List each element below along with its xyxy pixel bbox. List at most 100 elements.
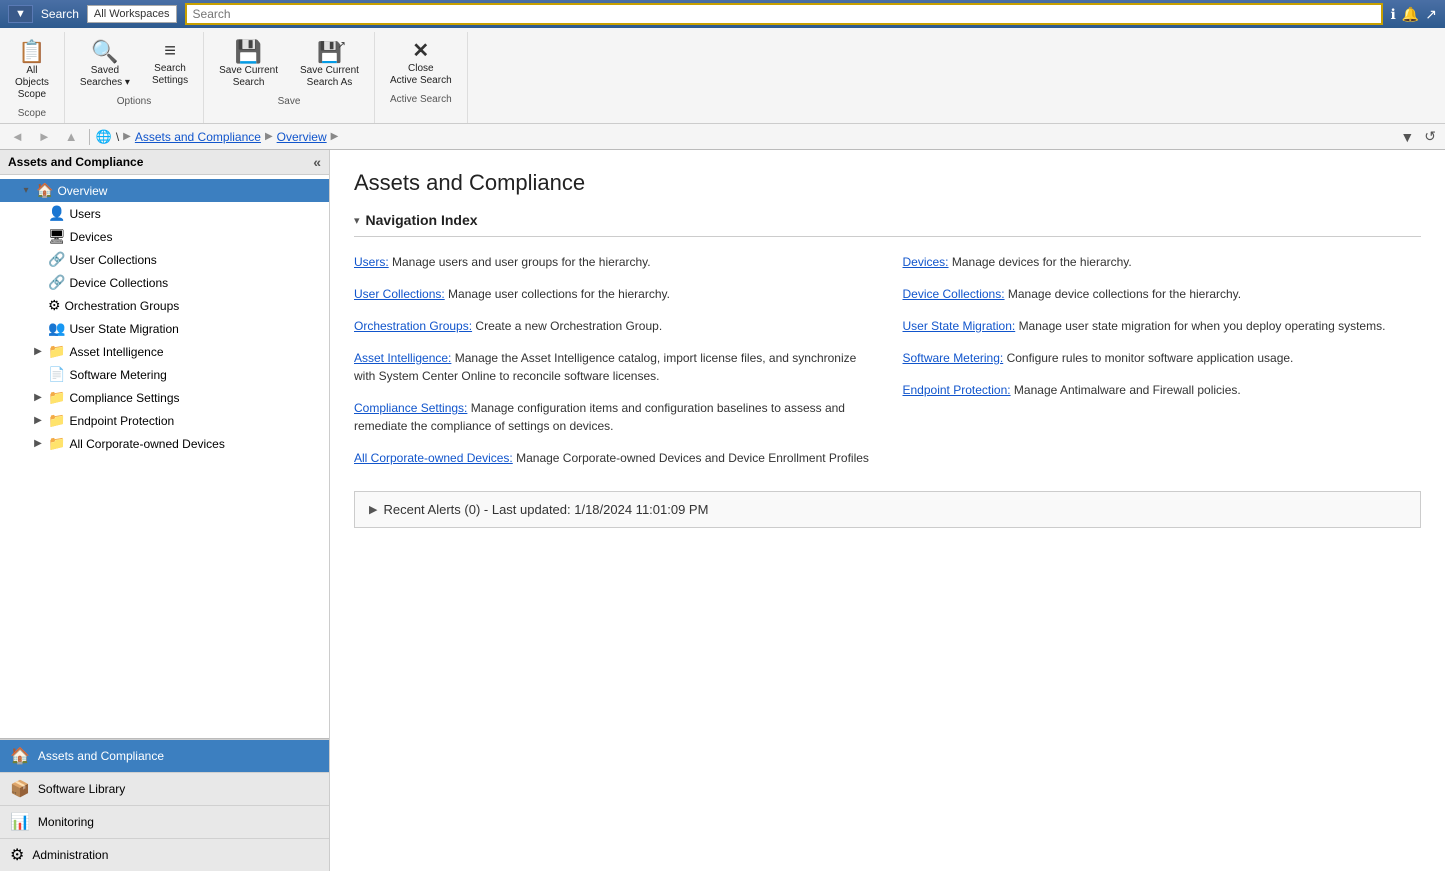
breadcrumb-assets-compliance[interactable]: Assets and Compliance bbox=[135, 130, 261, 144]
nav-index-section-header[interactable]: ▾ Navigation Index bbox=[354, 212, 1421, 228]
sidebar-item-orchestration-groups[interactable]: ⚙ Orchestration Groups bbox=[0, 294, 329, 317]
nav-desc-orchestration-groups: Create a new Orchestration Group. bbox=[475, 319, 662, 333]
overview-icon: 🏠 bbox=[36, 182, 53, 199]
content-area: Assets and Compliance ▾ Navigation Index… bbox=[330, 150, 1445, 871]
users-label: Users bbox=[69, 207, 100, 221]
sidebar-item-asset-intelligence[interactable]: ▶ 📁 Asset Intelligence bbox=[0, 340, 329, 363]
nav-desc-device-collections: Manage device collections for the hierar… bbox=[1008, 287, 1241, 301]
user-state-migration-icon: 👥 bbox=[48, 320, 65, 337]
nav-item-software-metering: Software Metering: Configure rules to mo… bbox=[903, 349, 1422, 367]
asset-intelligence-icon: 📁 bbox=[48, 343, 65, 360]
nav-link-all-corporate-devices[interactable]: All Corporate-owned Devices: bbox=[354, 451, 513, 465]
sidebar-item-endpoint-protection[interactable]: ▶ 📁 Endpoint Protection bbox=[0, 409, 329, 432]
app-menu-button[interactable]: ▼ bbox=[8, 5, 33, 23]
sidebar: Assets and Compliance « ▾ 🏠 Overview 👤 U… bbox=[0, 150, 330, 871]
nav-index-right-col: Devices: Manage devices for the hierarch… bbox=[903, 253, 1422, 467]
recent-alerts-box[interactable]: ▶ Recent Alerts (0) - Last updated: 1/18… bbox=[354, 491, 1421, 528]
sidebar-item-overview[interactable]: ▾ 🏠 Overview bbox=[0, 179, 329, 202]
save-current-search-as-button[interactable]: 💾↗ Save CurrentSearch As bbox=[291, 36, 368, 94]
saved-searches-button[interactable]: 🔍 SavedSearches ▾ bbox=[71, 36, 139, 94]
nav-bar: ◄ ► ▲ 🌐 \ ▶ Assets and Compliance ▶ Over… bbox=[0, 124, 1445, 150]
user-collections-icon: 🔗 bbox=[48, 251, 65, 268]
nav-item-all-corporate-devices: All Corporate-owned Devices: Manage Corp… bbox=[354, 449, 873, 467]
search-settings-icon: ≡ bbox=[164, 41, 176, 61]
nav-item-assets-compliance[interactable]: 🏠 Assets and Compliance bbox=[0, 739, 329, 772]
breadcrumb: \ ▶ Assets and Compliance ▶ Overview ▶ bbox=[116, 130, 339, 144]
breadcrumb-overview[interactable]: Overview bbox=[277, 130, 327, 144]
nav-dropdown-button[interactable]: ▼ bbox=[1397, 128, 1417, 146]
nav-desc-users: Manage users and user groups for the hie… bbox=[392, 255, 651, 269]
nav-desc-user-state-migration: Manage user state migration for when you… bbox=[1019, 319, 1386, 333]
nav-desc-software-metering: Configure rules to monitor software appl… bbox=[1007, 351, 1294, 365]
notifications-icon[interactable]: 🔔 bbox=[1402, 6, 1419, 23]
sidebar-header: Assets and Compliance « bbox=[0, 150, 329, 175]
sidebar-item-all-corporate-devices[interactable]: ▶ 📁 All Corporate-owned Devices bbox=[0, 432, 329, 455]
close-active-search-button[interactable]: ✕ CloseActive Search bbox=[381, 36, 461, 92]
sidebar-item-compliance-settings[interactable]: ▶ 📁 Compliance Settings bbox=[0, 386, 329, 409]
sidebar-item-user-collections[interactable]: 🔗 User Collections bbox=[0, 248, 329, 271]
nav-item-monitoring[interactable]: 📊 Monitoring bbox=[0, 805, 329, 838]
devices-label: Devices bbox=[70, 230, 113, 244]
recent-alerts-text: Recent Alerts (0) - Last updated: 1/18/2… bbox=[383, 502, 708, 517]
nav-desc-endpoint-protection: Manage Antimalware and Firewall policies… bbox=[1014, 383, 1241, 397]
alerts-toggle-icon: ▶ bbox=[369, 503, 377, 516]
sidebar-item-user-state-migration[interactable]: 👥 User State Migration bbox=[0, 317, 329, 340]
nav-link-user-state-migration[interactable]: User State Migration: bbox=[903, 319, 1016, 333]
info-icon[interactable]: ℹ bbox=[1391, 6, 1396, 23]
sidebar-item-device-collections[interactable]: 🔗 Device Collections bbox=[0, 271, 329, 294]
nav-right-controls: ▼ ↺ bbox=[1397, 127, 1439, 146]
save-icon: 💾 bbox=[235, 41, 262, 63]
nav-link-endpoint-protection[interactable]: Endpoint Protection: bbox=[903, 383, 1011, 397]
sidebar-collapse-button[interactable]: « bbox=[313, 154, 321, 170]
back-button[interactable]: ◄ bbox=[6, 126, 29, 147]
breadcrumb-root: \ bbox=[116, 130, 119, 144]
forward-button[interactable]: ► bbox=[33, 126, 56, 147]
nav-index-left-col: Users: Manage users and user groups for … bbox=[354, 253, 873, 467]
main-layout: Assets and Compliance « ▾ 🏠 Overview 👤 U… bbox=[0, 150, 1445, 871]
workspace-selector[interactable]: All Workspaces bbox=[87, 5, 177, 23]
nav-link-software-metering[interactable]: Software Metering: bbox=[903, 351, 1004, 365]
ribbon-group-active-search-label: Active Search bbox=[390, 94, 452, 105]
nav-link-compliance-settings[interactable]: Compliance Settings: bbox=[354, 401, 467, 415]
sidebar-item-devices[interactable]: 🖥 Devices bbox=[0, 225, 329, 248]
nav-link-asset-intelligence[interactable]: Asset Intelligence: bbox=[354, 351, 451, 365]
search-settings-label: SearchSettings bbox=[152, 63, 188, 87]
nav-link-devices[interactable]: Devices: bbox=[903, 255, 949, 269]
nav-item-user-state-migration: User State Migration: Manage user state … bbox=[903, 317, 1422, 335]
ribbon-group-save-label: Save bbox=[278, 96, 301, 107]
all-objects-scope-button[interactable]: 📋 AllObjectsScope bbox=[6, 36, 58, 106]
nav-link-device-collections[interactable]: Device Collections: bbox=[903, 287, 1005, 301]
up-button[interactable]: ▲ bbox=[60, 126, 83, 147]
nav-link-user-collections[interactable]: User Collections: bbox=[354, 287, 445, 301]
nav-index-divider bbox=[354, 236, 1421, 237]
ribbon-group-active-search: ✕ CloseActive Search Active Search bbox=[375, 32, 468, 123]
compliance-settings-icon: 📁 bbox=[48, 389, 65, 406]
sidebar-tree: ▾ 🏠 Overview 👤 Users 🖥 Devices 🔗 User Co… bbox=[0, 175, 329, 738]
nav-link-orchestration-groups[interactable]: Orchestration Groups: bbox=[354, 319, 472, 333]
corporate-devices-label: All Corporate-owned Devices bbox=[69, 437, 224, 451]
nav-refresh-button[interactable]: ↺ bbox=[1421, 127, 1439, 146]
sidebar-title: Assets and Compliance bbox=[8, 155, 143, 169]
orchestration-groups-label: Orchestration Groups bbox=[65, 299, 180, 313]
close-icon: ✕ bbox=[412, 41, 429, 61]
save-current-search-button[interactable]: 💾 Save CurrentSearch bbox=[210, 36, 287, 94]
endpoint-protection-icon: 📁 bbox=[48, 412, 65, 429]
nav-link-users[interactable]: Users: bbox=[354, 255, 389, 269]
nav-desc-user-collections: Manage user collections for the hierarch… bbox=[448, 287, 670, 301]
search-input[interactable] bbox=[185, 3, 1383, 25]
sidebar-item-software-metering[interactable]: 📄 Software Metering bbox=[0, 363, 329, 386]
nav-item-administration[interactable]: ⚙ Administration bbox=[0, 838, 329, 871]
user-state-migration-label: User State Migration bbox=[69, 322, 178, 336]
search-settings-button[interactable]: ≡ SearchSettings bbox=[143, 36, 197, 92]
nav-index-toggle: ▾ bbox=[354, 214, 360, 227]
nav-item-endpoint-protection: Endpoint Protection: Manage Antimalware … bbox=[903, 381, 1422, 399]
devices-icon: 🖥 bbox=[48, 228, 66, 245]
device-collections-label: Device Collections bbox=[69, 276, 168, 290]
objects-scope-icon: 📋 bbox=[18, 41, 45, 63]
external-link-icon[interactable]: ↗ bbox=[1425, 6, 1437, 23]
device-collections-icon: 🔗 bbox=[48, 274, 65, 291]
nav-desc-devices: Manage devices for the hierarchy. bbox=[952, 255, 1132, 269]
software-library-nav-label: Software Library bbox=[38, 782, 125, 796]
nav-item-software-library[interactable]: 📦 Software Library bbox=[0, 772, 329, 805]
sidebar-item-users[interactable]: 👤 Users bbox=[0, 202, 329, 225]
